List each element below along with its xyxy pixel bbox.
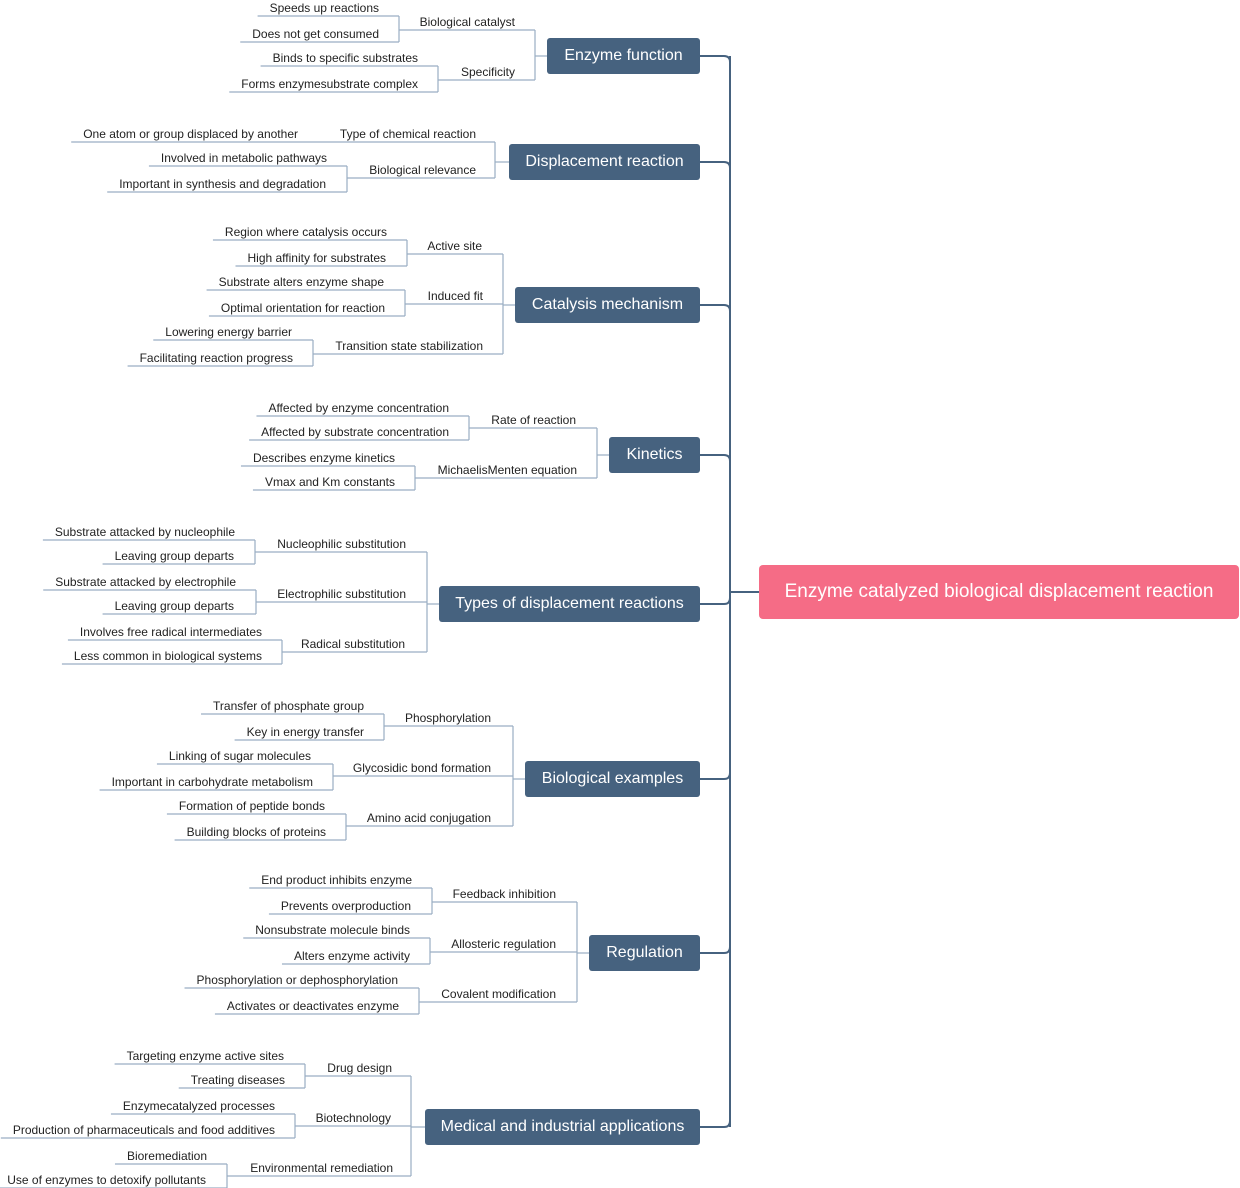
leaf-label[interactable]: Building blocks of proteins bbox=[187, 825, 326, 839]
branch-node[interactable]: Biological examples bbox=[525, 761, 700, 797]
leaf-label[interactable]: One atom or group displaced by another bbox=[83, 127, 298, 141]
leaf-label[interactable]: Facilitating reaction progress bbox=[140, 351, 293, 365]
leaf-label[interactable]: Important in carbohydrate metabolism bbox=[112, 775, 313, 789]
branch-node[interactable]: Enzyme function bbox=[547, 38, 700, 74]
sub-branch-label[interactable]: Radical substitution bbox=[301, 637, 405, 651]
sub-branch-label[interactable]: Biotechnology bbox=[316, 1111, 391, 1125]
mind-map: Enzyme catalyzed biological displacement… bbox=[0, 0, 1240, 1188]
leaf-label[interactable]: Bioremediation bbox=[127, 1149, 207, 1163]
connector-line bbox=[700, 1120, 731, 1128]
leaf-label[interactable]: Leaving group departs bbox=[115, 599, 234, 613]
leaf-label[interactable]: Alters enzyme activity bbox=[294, 949, 410, 963]
sub-branch-label[interactable]: Allosteric regulation bbox=[451, 937, 556, 951]
leaf-label[interactable]: Lowering energy barrier bbox=[165, 325, 292, 339]
leaf-label[interactable]: Prevents overproduction bbox=[281, 899, 411, 913]
leaf-label[interactable]: Linking of sugar molecules bbox=[169, 749, 311, 763]
sub-branch-label[interactable]: Nucleophilic substitution bbox=[277, 537, 406, 551]
leaf-label[interactable]: Substrate attacked by nucleophile bbox=[55, 525, 235, 539]
leaf-label[interactable]: Involves free radical intermediates bbox=[80, 625, 262, 639]
sub-branch-label[interactable]: Environmental remediation bbox=[250, 1161, 393, 1175]
connector-line bbox=[700, 161, 731, 169]
leaf-label[interactable]: Vmax and Km constants bbox=[265, 475, 395, 489]
sub-branch-label[interactable]: Amino acid conjugation bbox=[367, 811, 491, 825]
leaf-label[interactable]: Does not get consumed bbox=[252, 27, 379, 41]
sub-branch-label[interactable]: Feedback inhibition bbox=[453, 887, 556, 901]
leaf-label[interactable]: Involved in metabolic pathways bbox=[161, 151, 327, 165]
leaf-label[interactable]: Describes enzyme kinetics bbox=[253, 451, 395, 465]
leaf-label[interactable]: Transfer of phosphate group bbox=[213, 699, 364, 713]
sub-branch-label[interactable]: Specificity bbox=[461, 65, 515, 79]
leaf-label[interactable]: Targeting enzyme active sites bbox=[127, 1049, 284, 1063]
leaf-label[interactable]: Activates or deactivates enzyme bbox=[227, 999, 399, 1013]
leaf-label[interactable]: Phosphorylation or dephosphorylation bbox=[197, 973, 398, 987]
sub-branch-label[interactable]: Biological relevance bbox=[369, 163, 476, 177]
sub-branch-label[interactable]: Drug design bbox=[327, 1061, 392, 1075]
leaf-label[interactable]: Optimal orientation for reaction bbox=[221, 301, 385, 315]
root-node[interactable]: Enzyme catalyzed biological displacement… bbox=[759, 565, 1239, 619]
branch-node[interactable]: Displacement reaction bbox=[509, 144, 700, 180]
leaf-label[interactable]: End product inhibits enzyme bbox=[261, 873, 412, 887]
branch-node[interactable]: Types of displacement reactions bbox=[439, 586, 700, 622]
leaf-label[interactable]: Nonsubstrate molecule binds bbox=[255, 923, 410, 937]
connector-line bbox=[700, 946, 731, 954]
connector-line bbox=[700, 304, 731, 312]
sub-branch-label[interactable]: Covalent modification bbox=[441, 987, 556, 1001]
leaf-label[interactable]: Enzymecatalyzed processes bbox=[123, 1099, 275, 1113]
leaf-label[interactable]: Binds to specific substrates bbox=[273, 51, 418, 65]
sub-branch-label[interactable]: Induced fit bbox=[428, 289, 483, 303]
leaf-label[interactable]: Treating diseases bbox=[191, 1073, 285, 1087]
leaf-label[interactable]: Speeds up reactions bbox=[270, 1, 379, 15]
branch-node[interactable]: Catalysis mechanism bbox=[515, 287, 700, 323]
sub-branch-label[interactable]: Type of chemical reaction bbox=[340, 127, 476, 141]
leaf-label[interactable]: Substrate alters enzyme shape bbox=[219, 275, 384, 289]
sub-branch-label[interactable]: Phosphorylation bbox=[405, 711, 491, 725]
leaf-label[interactable]: Affected by enzyme concentration bbox=[268, 401, 449, 415]
leaf-label[interactable]: Substrate attacked by electrophile bbox=[55, 575, 236, 589]
connector-line bbox=[700, 597, 731, 605]
leaf-label[interactable]: Less common in biological systems bbox=[74, 649, 262, 663]
leaf-label[interactable]: Affected by substrate concentration bbox=[261, 425, 449, 439]
sub-branch-label[interactable]: Electrophilic substitution bbox=[277, 587, 406, 601]
branch-node[interactable]: Medical and industrial applications bbox=[425, 1109, 700, 1145]
leaf-label[interactable]: Use of enzymes to detoxify pollutants bbox=[7, 1173, 206, 1187]
leaf-label[interactable]: High affinity for substrates bbox=[247, 251, 386, 265]
connector-line bbox=[700, 454, 731, 462]
sub-branch-label[interactable]: Glycosidic bond formation bbox=[353, 761, 491, 775]
sub-branch-label[interactable]: MichaelisMenten equation bbox=[438, 463, 577, 477]
branch-node[interactable]: Regulation bbox=[589, 935, 700, 971]
leaf-label[interactable]: Formation of peptide bonds bbox=[179, 799, 325, 813]
connector-line bbox=[700, 772, 731, 780]
leaf-label[interactable]: Key in energy transfer bbox=[247, 725, 364, 739]
branch-node[interactable]: Kinetics bbox=[609, 437, 700, 473]
leaf-label[interactable]: Leaving group departs bbox=[115, 549, 234, 563]
sub-branch-label[interactable]: Transition state stabilization bbox=[335, 339, 483, 353]
sub-branch-label[interactable]: Rate of reaction bbox=[491, 413, 576, 427]
leaf-label[interactable]: Important in synthesis and degradation bbox=[119, 177, 326, 191]
sub-branch-label[interactable]: Biological catalyst bbox=[420, 15, 515, 29]
leaf-label[interactable]: Production of pharmaceuticals and food a… bbox=[13, 1123, 275, 1137]
connector-line bbox=[700, 55, 731, 63]
sub-branch-label[interactable]: Active site bbox=[427, 239, 482, 253]
leaf-label[interactable]: Region where catalysis occurs bbox=[225, 225, 387, 239]
leaf-label[interactable]: Forms enzymesubstrate complex bbox=[241, 77, 418, 91]
